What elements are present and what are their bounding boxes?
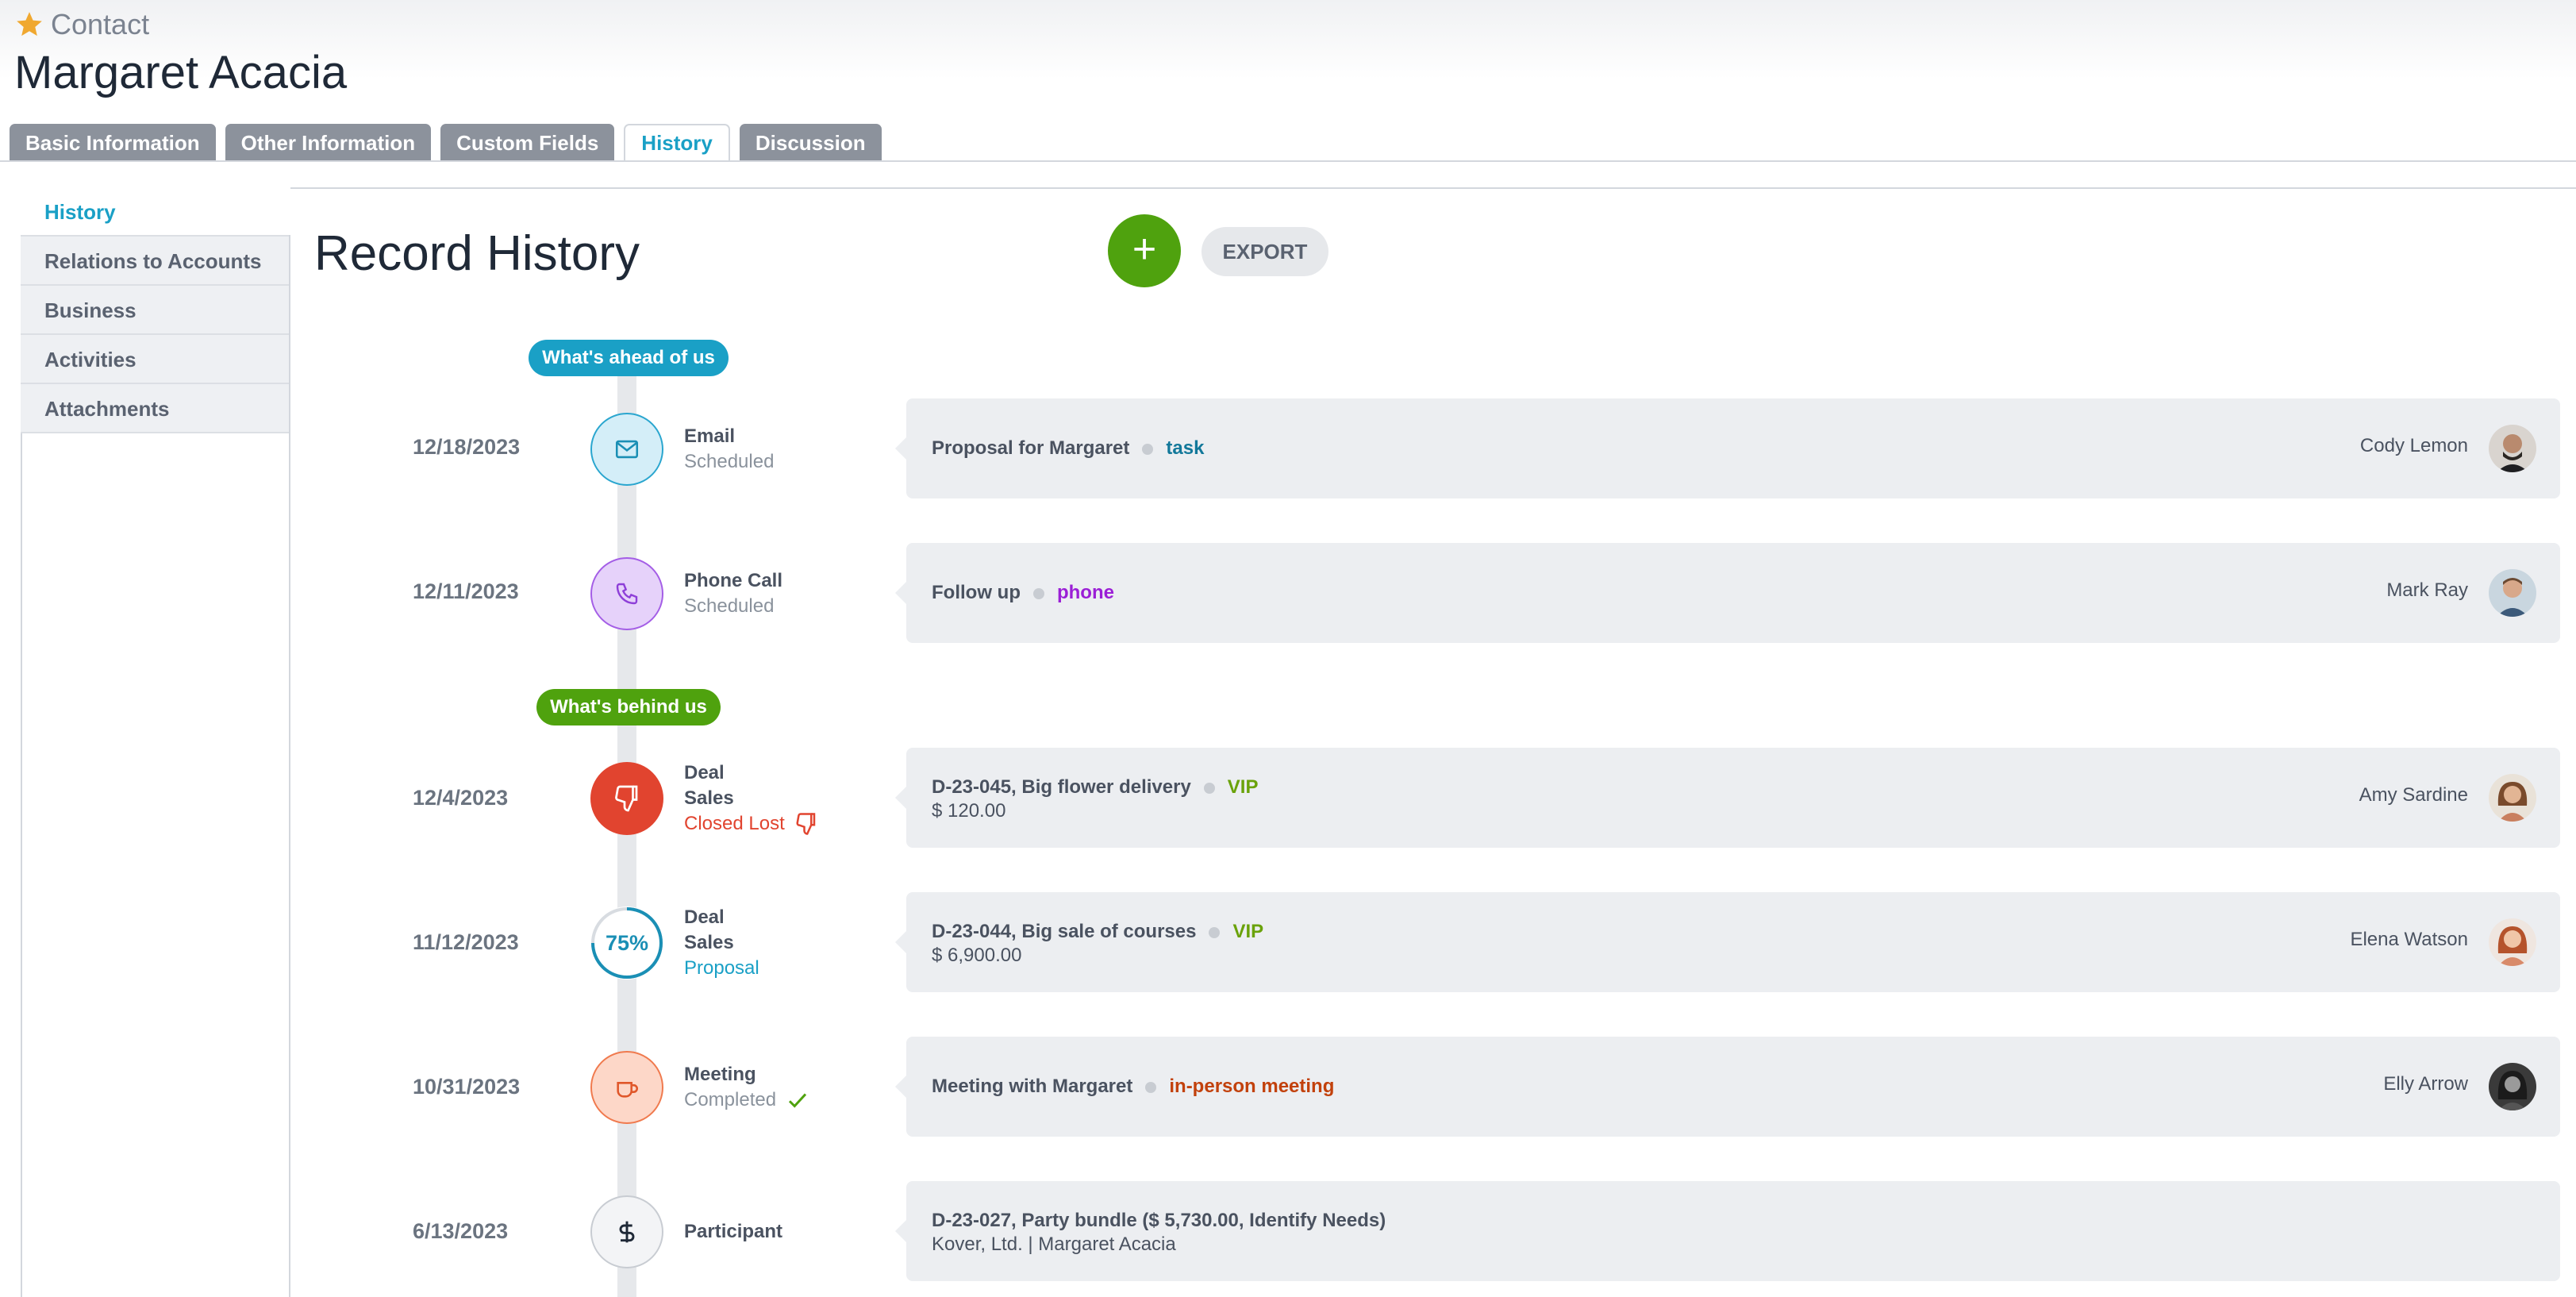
past-section-label: What's behind us <box>536 689 721 725</box>
sidebar-item-business[interactable]: Business <box>21 286 290 335</box>
row-date: 12/4/2023 <box>413 786 509 810</box>
page-title: Margaret Acacia <box>14 47 348 98</box>
activity-type: Meeting Completed <box>684 1062 809 1113</box>
avatar[interactable] <box>2489 918 2536 966</box>
deal-tag: VIP <box>1232 921 1264 942</box>
deal-status: Closed Lost <box>684 813 785 834</box>
thumbs-down-icon <box>590 762 663 835</box>
sidebar-item-attachments[interactable]: Attachments <box>21 384 290 433</box>
activity-type: Deal Sales Closed Lost <box>684 760 818 837</box>
deal-title[interactable]: D-23-045, Big flower delivery <box>932 776 1191 798</box>
tab-history[interactable]: History <box>624 124 730 162</box>
row-date: 6/13/2023 <box>413 1219 509 1243</box>
activity-title[interactable]: Follow up <box>932 582 1021 603</box>
deal-amount: $ 120.00 <box>932 800 1006 822</box>
owner-name[interactable]: Elena Watson <box>2350 929 2468 951</box>
meeting-status: Completed <box>684 1089 777 1110</box>
checkmark-icon <box>789 1093 807 1108</box>
activity-tag: phone <box>1056 582 1114 603</box>
deal-title[interactable]: D-23-044, Big sale of courses <box>932 921 1196 942</box>
row-date: 10/31/2023 <box>413 1075 521 1099</box>
tab-custom-fields[interactable]: Custom Fields <box>440 124 615 160</box>
sidebar: History Relations to Accounts Business A… <box>21 187 290 433</box>
star-icon[interactable] <box>14 10 44 40</box>
progress-value: 75% <box>605 930 649 955</box>
sidebar-item-history[interactable]: History <box>21 187 290 237</box>
timeline-track <box>617 373 636 1297</box>
breadcrumb: Contact <box>14 8 149 41</box>
activity-card[interactable]: Follow up phone Mark Ray <box>895 543 2560 643</box>
activity-type: Participant <box>684 1221 783 1242</box>
activity-card[interactable]: Meeting with Margaret in-person meeting E… <box>895 1037 2560 1137</box>
phone-icon <box>590 557 663 630</box>
activity-title[interactable]: Proposal for Margaret <box>932 437 1129 459</box>
activity-type: Phone Call Scheduled <box>684 570 783 617</box>
deal-card[interactable]: D-23-044, Big sale of courses VIP $ 6,900… <box>895 892 2560 992</box>
sidebar-item-activities[interactable]: Activities <box>21 335 290 384</box>
participant-subtitle: Kover, Ltd. | Margaret Acacia <box>932 1233 1176 1255</box>
owner-name[interactable]: Elly Arrow <box>2383 1073 2468 1095</box>
coffee-cup-icon <box>590 1051 663 1124</box>
avatar[interactable] <box>2489 425 2536 472</box>
row-date: 12/18/2023 <box>413 435 521 459</box>
row-date: 11/12/2023 <box>413 930 519 954</box>
sidebar-item-relations-to-accounts[interactable]: Relations to Accounts <box>21 237 290 286</box>
sidebar-divider <box>289 235 290 1297</box>
activity-type: Deal Sales Proposal <box>684 905 759 981</box>
activity-tag: in-person meeting <box>1169 1076 1335 1097</box>
thumbs-down-icon <box>796 813 815 835</box>
tab-bar: Basic Information Other Information Cust… <box>10 124 882 162</box>
owner-name[interactable]: Mark Ray <box>2386 579 2468 602</box>
deal-status: Proposal <box>684 957 759 979</box>
deal-tag: VIP <box>1227 776 1259 798</box>
export-button[interactable]: EXPORT <box>1201 227 1328 276</box>
avatar[interactable] <box>2489 1063 2536 1110</box>
progress-icon: 75% <box>590 906 663 979</box>
tab-basic-information[interactable]: Basic Information <box>10 124 216 160</box>
deal-amount: $ 6,900.00 <box>932 945 1022 966</box>
header-background <box>0 0 2576 79</box>
activity-tag: task <box>1166 437 1205 459</box>
breadcrumb-label[interactable]: Contact <box>51 8 149 41</box>
tab-other-information[interactable]: Other Information <box>225 124 432 160</box>
section-title: Record History <box>314 226 640 281</box>
participant-deal[interactable]: D-23-027, Party bundle ($ 5,730.00, Iden… <box>932 1210 1386 1232</box>
dollar-icon <box>590 1195 663 1268</box>
add-record-button[interactable]: + <box>1108 214 1181 287</box>
owner-name[interactable]: Amy Sardine <box>2359 784 2468 806</box>
tab-discussion[interactable]: Discussion <box>739 124 882 160</box>
avatar[interactable] <box>2489 774 2536 822</box>
deal-card[interactable]: D-23-045, Big flower delivery VIP $ 120.0… <box>895 748 2560 848</box>
avatar[interactable] <box>2489 569 2536 617</box>
activity-type: Email Scheduled <box>684 425 775 472</box>
owner-name[interactable]: Cody Lemon <box>2360 435 2468 457</box>
activity-title[interactable]: Meeting with Margaret <box>932 1076 1132 1097</box>
upcoming-section-label: What's ahead of us <box>529 340 729 376</box>
row-date: 12/11/2023 <box>413 579 519 603</box>
participant-card[interactable]: D-23-027, Party bundle ($ 5,730.00, Iden… <box>895 1181 2560 1281</box>
activity-card[interactable]: Proposal for Margaret task Cody Lemon <box>895 398 2560 498</box>
envelope-icon <box>590 413 663 486</box>
tabs-divider <box>0 160 2576 162</box>
